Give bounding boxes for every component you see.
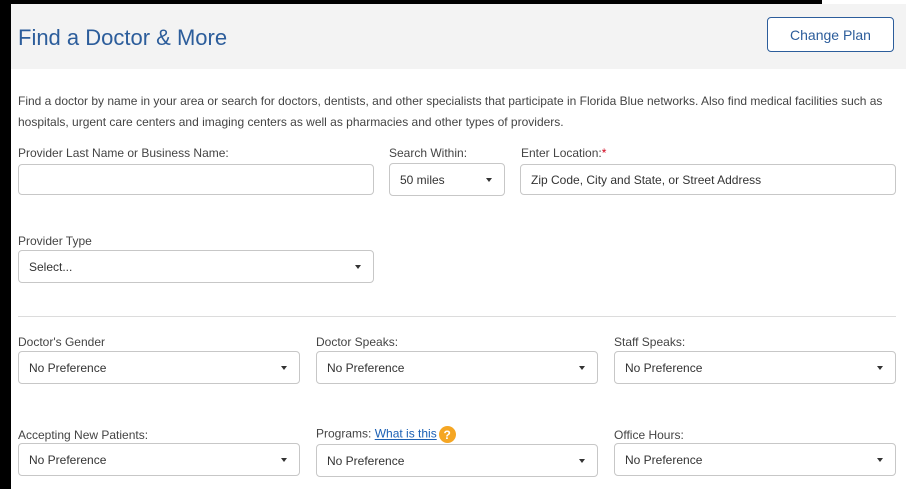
chevron-down-icon: [281, 457, 287, 462]
find-doctor-panel: Find a Doctor & More Change Plan Find a …: [11, 4, 906, 489]
page-title: Find a Doctor & More: [18, 25, 228, 50]
doctor-speaks-label: Doctor Speaks:: [316, 335, 399, 349]
chevron-down-icon: [877, 365, 883, 370]
office-hours-label: Office Hours:: [614, 428, 684, 442]
what-is-this-link[interactable]: What is this: [375, 427, 437, 441]
search-within-value: 50 miles: [400, 172, 445, 187]
staff-speaks-label: Staff Speaks:: [614, 335, 686, 349]
programs-value: No Preference: [327, 453, 405, 468]
gender-value: No Preference: [29, 360, 107, 375]
location-input[interactable]: Zip Code, City and State, or Street Addr…: [520, 164, 896, 195]
provider-type-value: Select...: [29, 259, 73, 274]
provider-name-input[interactable]: [18, 164, 374, 195]
chevron-down-icon: [579, 365, 585, 370]
chevron-down-icon: [281, 365, 287, 370]
required-marker: *: [601, 146, 607, 160]
provider-type-label: Provider Type: [18, 234, 92, 248]
accepting-patients-label: Accepting New Patients:: [18, 428, 149, 442]
chevron-down-icon: [355, 264, 361, 269]
chevron-down-icon: [877, 457, 883, 462]
staff-speaks-select[interactable]: No Preference: [614, 351, 896, 384]
programs-label: Programs: What is this?: [316, 426, 456, 443]
doctor-speaks-value: No Preference: [327, 360, 405, 375]
office-hours-select[interactable]: No Preference: [614, 443, 896, 476]
office-hours-value: No Preference: [625, 452, 703, 467]
accepting-patients-value: No Preference: [29, 452, 107, 467]
programs-label-text: Programs:: [316, 426, 372, 441]
location-label: Enter Location:*: [521, 146, 606, 160]
search-within-select[interactable]: 50 miles: [389, 163, 505, 196]
change-plan-button[interactable]: Change Plan: [767, 17, 894, 52]
programs-select[interactable]: No Preference: [316, 444, 598, 477]
chevron-down-icon: [579, 458, 585, 463]
search-within-label: Search Within:: [389, 146, 468, 160]
chevron-down-icon: [486, 177, 492, 182]
page-header: Find a Doctor & More Change Plan: [11, 4, 906, 69]
intro-text: Find a doctor by name in your area or se…: [18, 94, 883, 129]
provider-type-select[interactable]: Select...: [18, 250, 374, 283]
gender-select[interactable]: No Preference: [18, 351, 300, 384]
provider-name-label: Provider Last Name or Business Name:: [18, 146, 229, 160]
section-divider: [18, 316, 896, 317]
location-label-text: Enter Location:: [521, 146, 602, 160]
accepting-patients-select[interactable]: No Preference: [18, 443, 300, 476]
question-mark-icon[interactable]: ?: [438, 426, 456, 443]
gender-label: Doctor's Gender: [18, 335, 105, 349]
staff-speaks-value: No Preference: [625, 360, 703, 375]
doctor-speaks-select[interactable]: No Preference: [316, 351, 598, 384]
